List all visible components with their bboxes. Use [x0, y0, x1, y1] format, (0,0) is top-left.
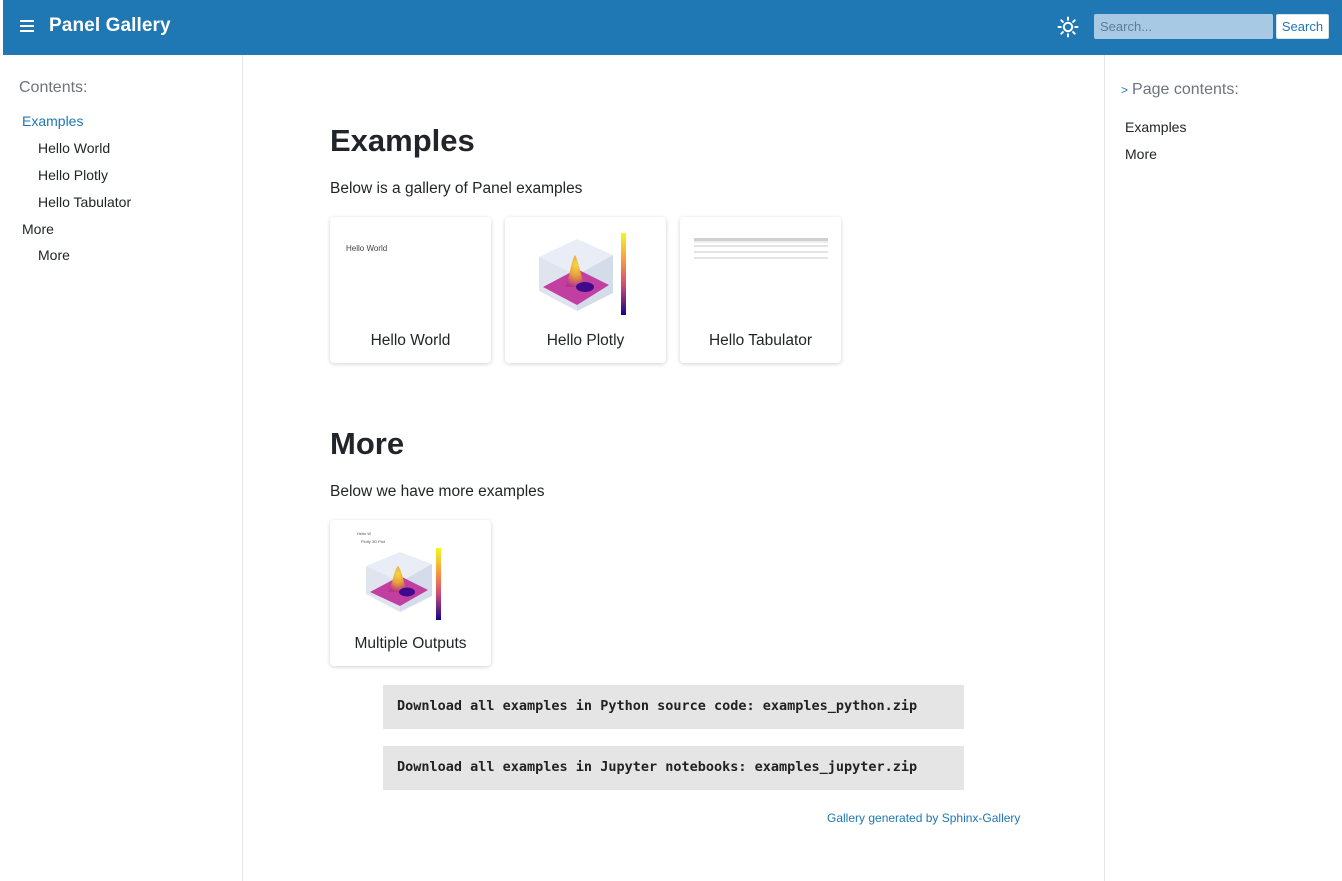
- toc-item-more[interactable]: More: [1125, 146, 1157, 162]
- thumbnail-text-1: Hello W: [357, 531, 371, 536]
- thumbnail-table-preview: [694, 238, 828, 259]
- sidebar-heading: Contents:: [19, 79, 88, 96]
- sidebar-item-hello-tabulator[interactable]: Hello Tabulator: [38, 194, 131, 210]
- card-caption: Multiple Outputs: [354, 635, 467, 652]
- section-title-examples: Examples: [330, 123, 475, 158]
- section-title-more: More: [330, 426, 405, 461]
- thumbnail-3d-surface-plot: [539, 233, 626, 315]
- site-title[interactable]: Panel Gallery: [49, 15, 171, 37]
- page-contents-heading[interactable]: > Page contents:: [1121, 81, 1239, 99]
- thumbnail-hello-world: Hello World: [330, 217, 491, 327]
- card-caption: Hello Tabulator: [708, 332, 813, 349]
- gallery-card-hello-tabulator[interactable]: Hello Tabulator: [680, 217, 841, 363]
- right-sidebar: > Page contents: Examples More: [1104, 55, 1342, 881]
- search-button[interactable]: Search: [1276, 14, 1329, 39]
- sun-icon[interactable]: [1057, 16, 1079, 38]
- card-caption: Hello Plotly: [546, 332, 625, 349]
- gallery-card-multiple-outputs[interactable]: Hello W Plotly 3D Plot Multiple Outputs: [330, 520, 491, 666]
- chevron-right-icon: >: [1121, 83, 1129, 97]
- download-jupyter-zip-link[interactable]: Download all examples in Jupyter noteboo…: [383, 746, 964, 790]
- sphinx-gallery-credit-link[interactable]: Gallery generated by Sphinx-Gallery: [827, 811, 1020, 825]
- sidebar-item-more-sub[interactable]: More: [38, 247, 70, 263]
- download-python-zip-link[interactable]: Download all examples in Python source c…: [383, 685, 964, 729]
- sidebar-item-hello-plotly[interactable]: Hello Plotly: [38, 167, 108, 183]
- page-contents-label: Page contents:: [1132, 81, 1239, 98]
- section-intro-more: Below we have more examples: [330, 483, 545, 500]
- thumbnail-text-2: Plotly 3D Plot: [361, 539, 386, 544]
- sidebar-item-examples[interactable]: Examples: [22, 113, 83, 129]
- sidebar-item-hello-world[interactable]: Hello World: [38, 140, 110, 156]
- thumbnail-multiple-outputs: Hello W Plotly 3D Plot: [357, 531, 441, 620]
- gallery-card-hello-world[interactable]: Hello World Hello World: [330, 217, 491, 363]
- thumbnail-text: Hello World: [346, 244, 388, 253]
- search-input[interactable]: [1094, 14, 1273, 39]
- page: Panel Gallery Search Contents: Exa: [3, 0, 1342, 881]
- top-navbar: Panel Gallery Search: [3, 0, 1342, 55]
- card-caption: Hello World: [370, 332, 451, 349]
- section-intro-examples: Below is a gallery of Panel examples: [330, 180, 583, 197]
- hamburger-menu-icon[interactable]: [18, 17, 38, 35]
- sidebar-item-more[interactable]: More: [22, 221, 54, 237]
- toc-item-examples[interactable]: Examples: [1125, 119, 1186, 135]
- gallery-card-hello-plotly[interactable]: Hello Plotly: [505, 217, 666, 363]
- left-sidebar: Contents: Examples Hello World Hello Plo…: [3, 55, 243, 881]
